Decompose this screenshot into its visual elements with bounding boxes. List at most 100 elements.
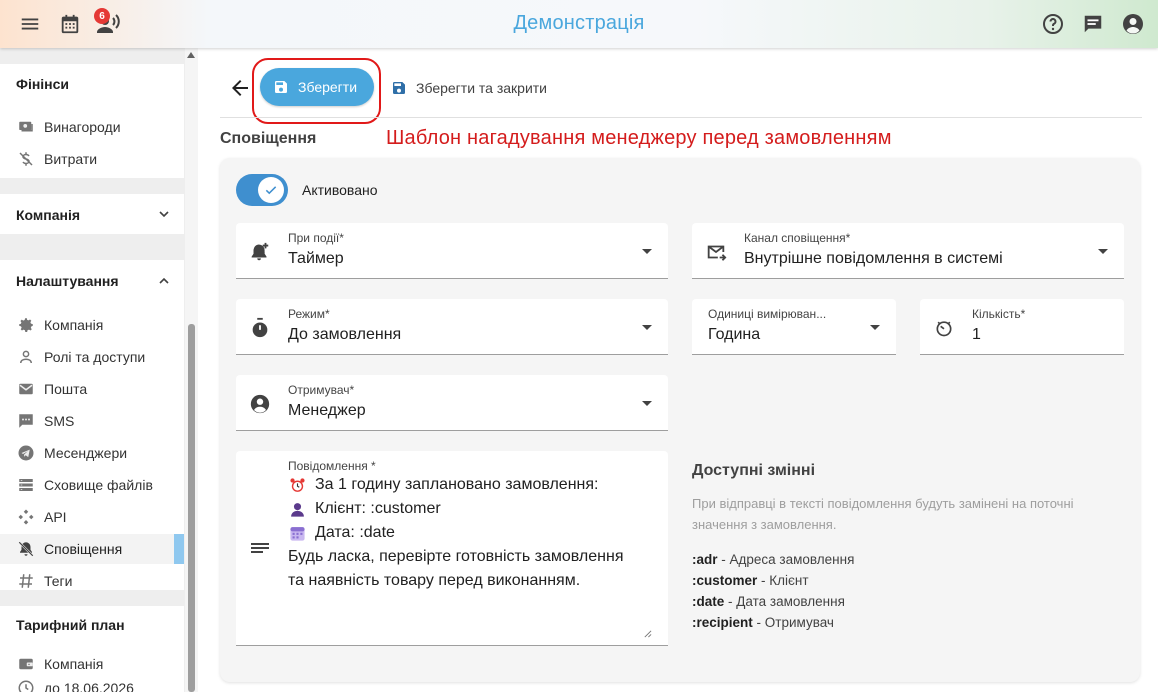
message-line: Будь ласка, перевірте готовність замовле… <box>288 548 623 566</box>
recipient-select[interactable]: Отримувач* Менеджер <box>236 375 668 431</box>
sidebar-item-notifications[interactable]: Сповіщення <box>0 534 184 564</box>
chat-icon[interactable] <box>1079 10 1107 38</box>
notifications-icon <box>17 540 35 558</box>
sidebar-item-company-settings[interactable]: Компанія <box>0 310 184 340</box>
sidebar-section-company[interactable]: Компанія <box>0 194 184 234</box>
sidebar-item-label: Пошта <box>44 381 88 397</box>
variable-item: :customer - Клієнт <box>692 570 1132 591</box>
sidebar-item-sms[interactable]: SMS <box>0 406 184 436</box>
message-line-text: Будь ласка, перевірте готовність замовле… <box>288 548 624 565</box>
variable-key: :adr <box>692 552 718 567</box>
sidebar-item-expenses[interactable]: Витрати <box>0 144 184 174</box>
notification-add-icon <box>248 240 272 264</box>
toggle-knob <box>258 177 284 203</box>
message-line: За 1 годину заплановано замовлення: <box>288 476 598 494</box>
back-arrow-icon[interactable] <box>228 76 252 100</box>
message-line: Клієнт: :customer <box>288 500 441 518</box>
field-label: Канал сповіщення* <box>744 231 851 245</box>
sidebar-scrollbar-thumb[interactable] <box>188 324 195 692</box>
field-label: Кількість* <box>972 307 1026 321</box>
api-icon <box>17 508 35 526</box>
variable-key: :recipient <box>692 615 753 630</box>
sidebar-item-label: Ролі та доступи <box>44 349 146 365</box>
check-icon <box>265 186 277 195</box>
variable-item: :date - Дата замовлення <box>692 591 1132 612</box>
variable-desc: - Дата замовлення <box>728 594 845 609</box>
sidebar-item-label: API <box>44 509 67 525</box>
sidebar-item-label: Месенджери <box>44 445 128 461</box>
variable-desc: - Отримувач <box>756 615 834 630</box>
account-icon[interactable] <box>1119 10 1147 38</box>
unit-select[interactable]: Одиниці вимірюван... Година <box>692 299 896 355</box>
sidebar-item-label: Компанія <box>44 317 104 333</box>
top-app-bar: 6 Демонстрація <box>0 0 1158 48</box>
payments-icon <box>17 118 35 136</box>
variable-desc: - Адреса замовлення <box>721 552 855 567</box>
telegram-icon <box>17 444 35 462</box>
resize-handle-icon[interactable] <box>643 629 652 638</box>
field-label: Режим* <box>288 307 330 321</box>
annotation-caption: Шаблон нагадування менеджеру перед замов… <box>386 127 892 149</box>
sidebar-item-label: Сповіщення <box>44 541 123 557</box>
account-circle-icon <box>248 392 272 416</box>
calendar-icon[interactable] <box>56 10 84 38</box>
variables-description: При відправці в тексті повідомлення буду… <box>692 496 1074 532</box>
variable-desc: - Клієнт <box>761 573 809 588</box>
message-line-text: та наявність товару перед виконанням. <box>288 572 581 589</box>
variable-key: :date <box>692 594 725 609</box>
calendar-emoji-icon <box>288 524 306 542</box>
sidebar-item-mail[interactable]: Пошта <box>0 374 184 404</box>
save-button[interactable]: Зберегти <box>260 68 374 106</box>
dropdown-arrow-icon <box>642 249 652 254</box>
message-line-text: За 1 годину заплановано замовлення: <box>315 476 599 493</box>
field-value: 1 <box>972 326 981 343</box>
main-content: Зберегти Зберегти та закрити Сповіщення … <box>198 48 1158 692</box>
sidebar-item-rewards[interactable]: Винагороди <box>0 112 184 142</box>
storage-icon <box>17 476 35 494</box>
message-line: Дата: :date <box>288 524 395 542</box>
message-textarea[interactable]: Повідомлення * За 1 годину заплановано з… <box>236 451 668 646</box>
sidebar-section-title: Налаштування <box>16 273 119 289</box>
sms-icon <box>17 412 35 430</box>
timer-icon <box>248 316 272 340</box>
schedule-icon <box>17 679 35 692</box>
sidebar-section-title: Фінінси <box>16 76 70 92</box>
quantity-input[interactable]: Кількість* 1 <box>920 299 1124 355</box>
field-label: Повідомлення * <box>288 459 376 473</box>
sidebar-item-label: Винагороди <box>44 119 121 135</box>
variables-title: Доступні змінні <box>692 462 816 479</box>
sidebar-item-tags[interactable]: Теги <box>0 566 184 596</box>
sidebar-item-storage[interactable]: Сховище файлів <box>0 470 184 500</box>
message-line-text: Дата: :date <box>315 524 395 541</box>
sidebar-item-label: Теги <box>44 573 73 589</box>
mail-icon <box>17 380 35 398</box>
sidebar-section-finance: Фінінси Винагороди Витрати <box>0 64 184 178</box>
sidebar-item-plan-expiry: до 18.06.2026 <box>0 673 184 692</box>
dropdown-arrow-icon <box>642 325 652 330</box>
dropdown-arrow-icon <box>1098 249 1108 254</box>
sidebar-section-plan: Тарифний план Компанія до 18.06.2026 <box>0 606 184 692</box>
sidebar-item-api[interactable]: API <box>0 502 184 532</box>
field-label: Одиниці вимірюван... <box>708 307 827 321</box>
scroll-up-arrow-icon[interactable] <box>187 52 195 58</box>
channel-select[interactable]: Канал сповіщення* Внутрішне повідомлення… <box>692 223 1124 279</box>
active-toggle[interactable] <box>236 174 288 206</box>
sidebar-item-roles[interactable]: Ролі та доступи <box>0 342 184 372</box>
sidebar-item-label: Компанія <box>44 656 104 672</box>
bust-icon <box>288 500 306 518</box>
alarm-clock-icon <box>288 476 306 494</box>
chevron-up-icon[interactable] <box>156 273 172 289</box>
menu-icon[interactable] <box>16 10 44 38</box>
money-off-icon <box>17 150 35 168</box>
field-value: До замовлення <box>288 326 402 343</box>
help-icon[interactable] <box>1039 10 1067 38</box>
event-select[interactable]: При події* Таймер <box>236 223 668 279</box>
save-and-close-button[interactable]: Зберегти та закрити <box>391 76 547 100</box>
message-line: та наявність товару перед виконанням. <box>288 572 580 590</box>
save-and-close-label: Зберегти та закрити <box>416 80 548 96</box>
sidebar-item-messengers[interactable]: Месенджери <box>0 438 184 468</box>
field-value: Таймер <box>288 250 344 267</box>
mode-select[interactable]: Режим* До замовлення <box>236 299 668 355</box>
timelapse-icon <box>932 316 956 340</box>
variable-item: :recipient - Отримувач <box>692 612 1132 633</box>
